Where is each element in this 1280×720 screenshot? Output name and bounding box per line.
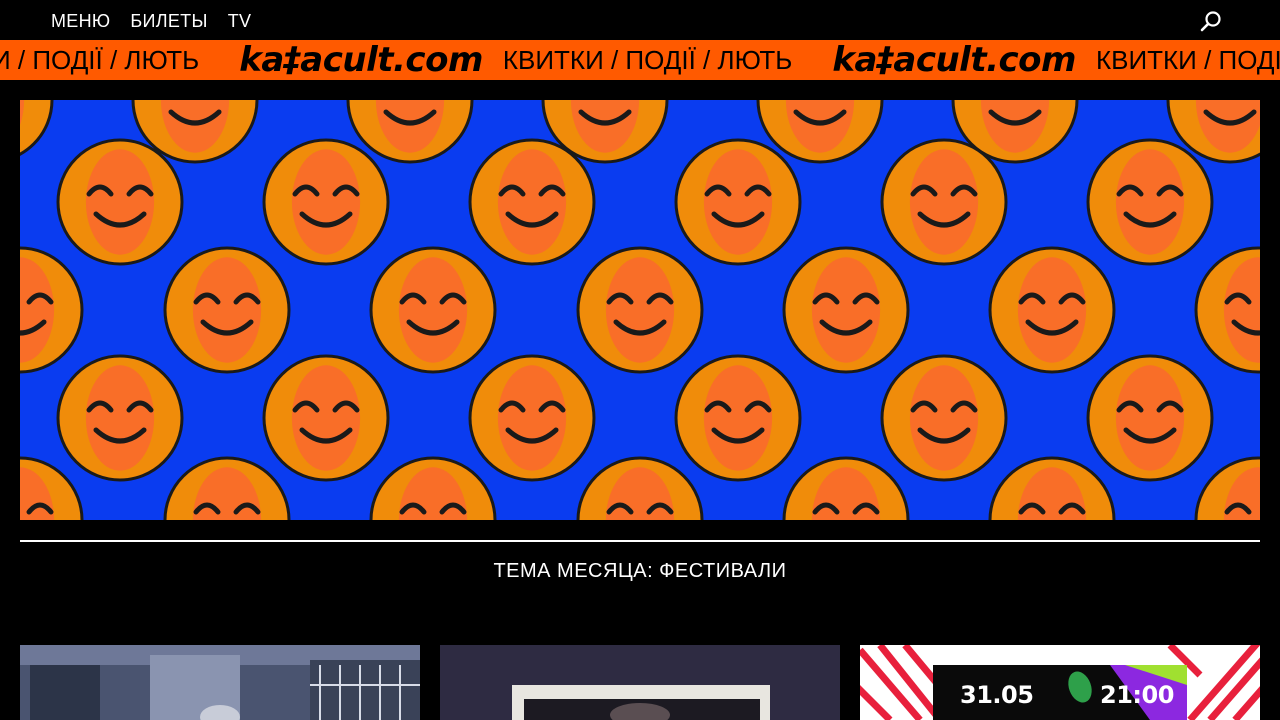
ticker-logo[interactable]: ka‡acult.com [219,40,503,80]
smiley-circle [20,456,84,520]
smiley-circle [674,354,802,482]
nav-menu-link[interactable]: МЕНЮ [51,10,110,32]
smiley-circle [262,354,390,482]
smiley-circle [674,138,802,266]
article-card[interactable] [20,645,420,720]
smiley-circle [1086,138,1214,266]
smiley-circle [576,246,704,374]
article-image [20,645,420,720]
search-button[interactable] [1199,9,1223,33]
smiley-circle [163,456,291,520]
smiley-circle [56,138,184,266]
smiley-circle [346,100,474,164]
smiley-circle [369,456,497,520]
nav-tickets-link[interactable]: БИЛЕТЫ [130,10,207,32]
smiley-circle [880,354,1008,482]
top-navigation: МЕНЮ БИЛЕТЫ TV [0,0,1280,40]
smiley-circle [56,354,184,482]
announcement-ticker[interactable]: И / ПОДІЇ / ЛЮТЬ ka‡acult.com КВИТКИ / П… [0,40,1280,80]
event-time: 21:00 [1100,681,1174,709]
smiley-circle [1086,354,1214,482]
smiley-circle [262,138,390,266]
nav-links: МЕНЮ БИЛЕТЫ TV [51,10,251,32]
smiley-circle [988,456,1116,520]
event-date: 31.05 [960,681,1034,709]
article-image [440,645,840,720]
smiley-circle [468,138,596,266]
smiley-circle [163,246,291,374]
smiley-circle [1194,246,1260,374]
ticker-text: КВИТКИ / ПОДІЇ / ЛЮТЬ [502,45,793,75]
smiley-circle [782,246,910,374]
article-card[interactable] [440,645,840,720]
smiley-circle [369,246,497,374]
nav-tv-link[interactable]: TV [228,10,252,32]
hero-banner[interactable] [20,100,1260,520]
smiley-circle [468,354,596,482]
event-card[interactable]: 31.05 21:00 [860,645,1260,720]
smiley-circle [988,246,1116,374]
ticker-text: КВИТКИ / ПОДІЇ / ЛЮТЬ [1095,45,1280,75]
ticker-track: И / ПОДІЇ / ЛЮТЬ ka‡acult.com КВИТКИ / П… [0,40,1280,80]
smiley-circle [20,246,84,374]
smiley-circle [880,138,1008,266]
ticker-logo[interactable]: ka‡acult.com [812,40,1096,80]
event-image [860,645,1260,720]
smiley-circle [576,456,704,520]
hero-pattern [20,100,1260,520]
section-divider [20,540,1260,542]
ticker-text: И / ПОДІЇ / ЛЮТЬ [0,45,200,75]
smiley-circle [1194,456,1260,520]
section-title: ТЕМА МЕСЯЦА: ФЕСТИВАЛИ [493,560,787,582]
smiley-circle [782,456,910,520]
search-icon [1200,11,1221,32]
smiley-circle [20,100,54,156]
